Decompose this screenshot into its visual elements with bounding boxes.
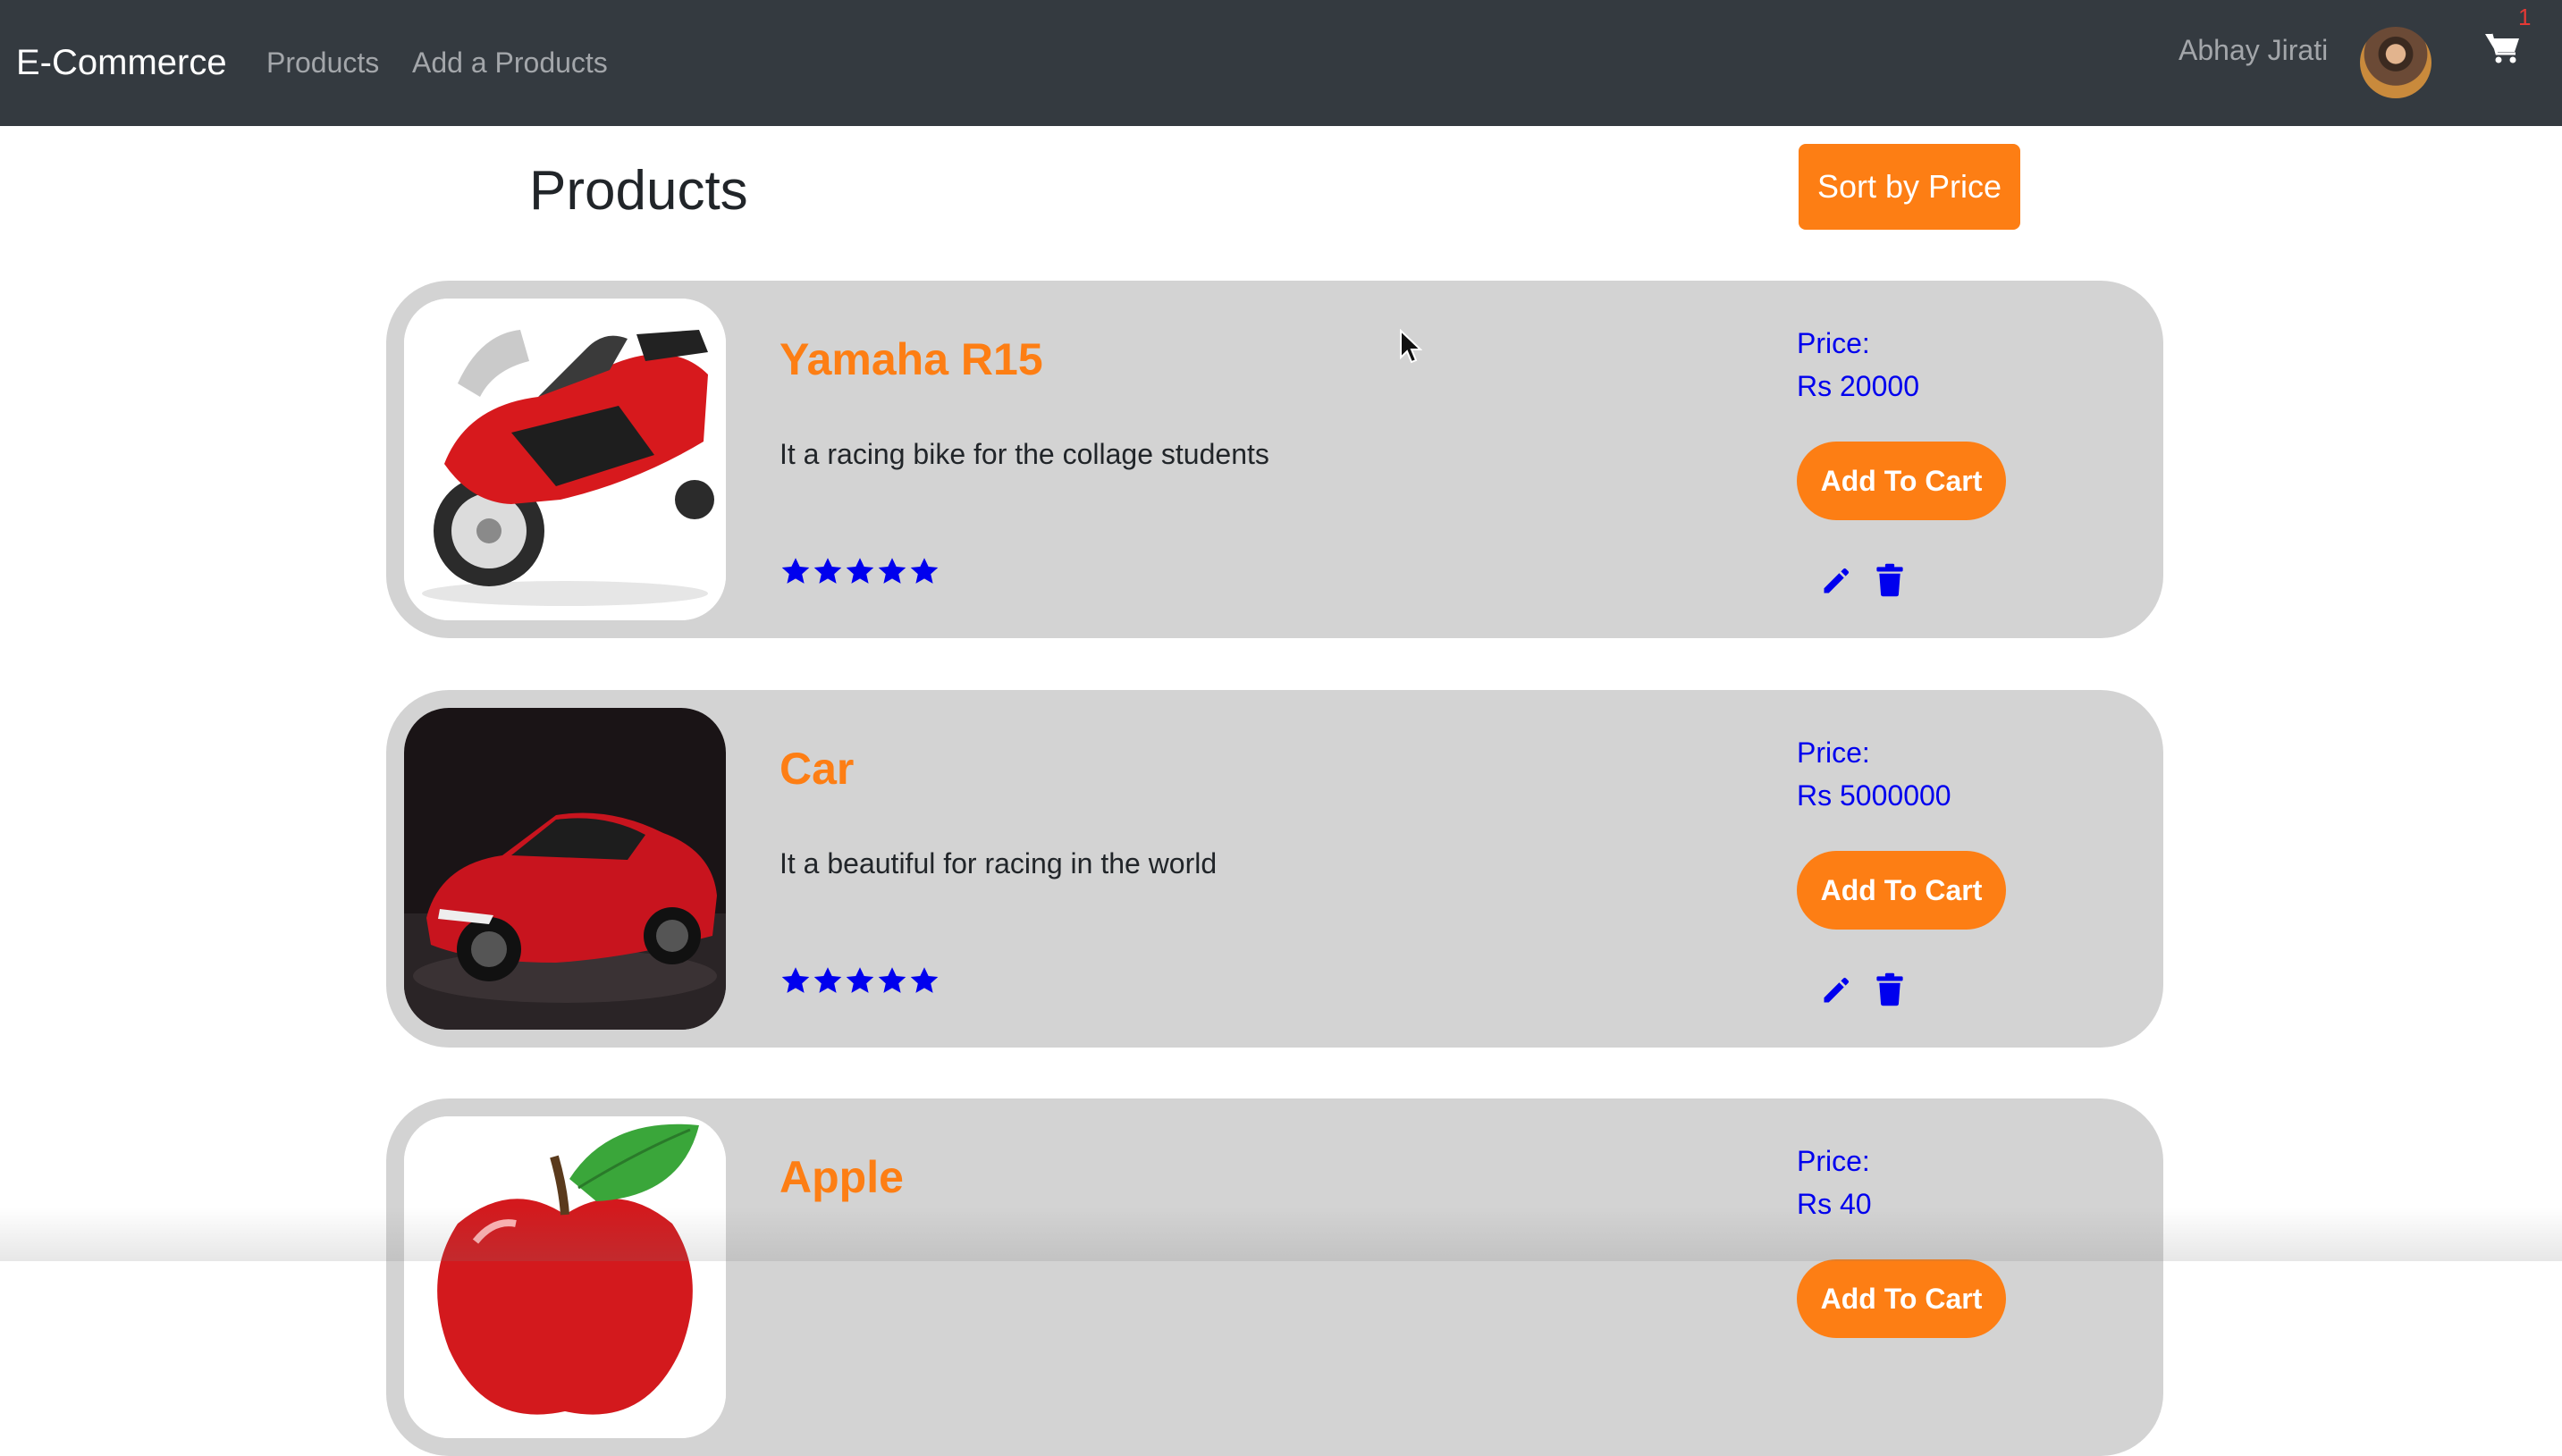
star-icon: [910, 967, 939, 993]
pencil-icon[interactable]: [1820, 974, 1852, 1006]
star-icon: [781, 967, 810, 993]
product-card: Car It a beautiful for racing in the wor…: [386, 690, 2163, 1048]
star-icon: [878, 558, 906, 584]
mouse-cursor-icon: [1400, 329, 1422, 364]
shopping-cart-icon[interactable]: [2485, 32, 2521, 64]
star-icon: [846, 967, 874, 993]
trash-icon[interactable]: [1874, 563, 1906, 597]
page-title: Products: [529, 160, 748, 222]
avatar[interactable]: [2360, 27, 2431, 98]
user-name: Abhay Jirati: [2179, 34, 2329, 66]
product-card: Yamaha R15 It a racing bike for the coll…: [386, 281, 2163, 638]
cart-count-badge: 1: [2518, 4, 2532, 30]
product-rating: [780, 556, 940, 588]
star-icon: [813, 558, 842, 584]
star-icon: [781, 558, 810, 584]
product-image-motorbike: [404, 299, 726, 620]
product-name[interactable]: Apple: [780, 1149, 904, 1206]
price-label: Price:: [1797, 736, 1870, 769]
star-icon: [846, 558, 874, 584]
product-image-car: [404, 708, 726, 1030]
brand-logo[interactable]: E-Commerce: [16, 38, 227, 88]
price-value: Rs 40: [1797, 1188, 1872, 1220]
product-name[interactable]: Car: [780, 740, 854, 797]
price-value: Rs 20000: [1797, 370, 1919, 402]
sort-by-price-button[interactable]: Sort by Price: [1799, 144, 2020, 230]
price-value: Rs 5000000: [1797, 779, 1951, 812]
product-name[interactable]: Yamaha R15: [780, 331, 1043, 388]
nav-link-products[interactable]: Products: [266, 43, 379, 82]
price-label: Price:: [1797, 327, 1870, 359]
add-to-cart-button[interactable]: Add To Cart: [1797, 851, 2006, 930]
star-icon: [813, 967, 842, 993]
product-rating: [780, 965, 940, 997]
navbar: E-Commerce Products Add a Products Abhay…: [0, 0, 2562, 126]
star-icon: [878, 967, 906, 993]
add-to-cart-button[interactable]: Add To Cart: [1797, 442, 2006, 520]
product-description: It a beautiful for racing in the world: [780, 847, 1218, 879]
price-label: Price:: [1797, 1145, 1870, 1177]
product-card: Apple Price: Rs 40 Add To Cart: [386, 1098, 2163, 1456]
product-description: It a racing bike for the collage student…: [780, 438, 1269, 470]
product-image-apple: [404, 1116, 726, 1438]
star-icon: [910, 558, 939, 584]
trash-icon[interactable]: [1874, 972, 1906, 1006]
nav-link-add-product[interactable]: Add a Products: [412, 43, 608, 82]
pencil-icon[interactable]: [1820, 565, 1852, 597]
add-to-cart-button[interactable]: Add To Cart: [1797, 1259, 2006, 1338]
